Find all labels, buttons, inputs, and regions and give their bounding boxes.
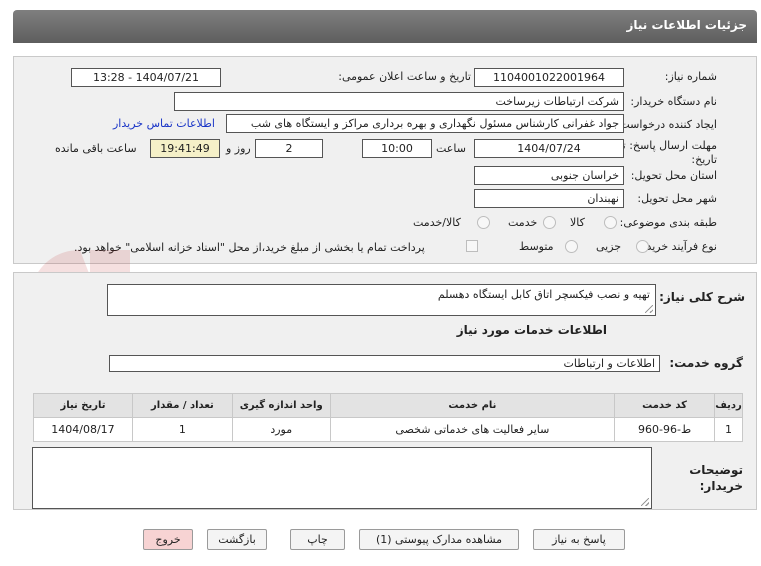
resize-handle-icon[interactable] [645,305,653,313]
purchase-medium-radio[interactable] [565,240,578,253]
category-goods-service-radio[interactable] [477,216,490,229]
cell-quantity: 1 [131,417,233,442]
page-title: جزئیات اطلاعات نیاز [626,18,747,32]
cell-unit: مورد [231,417,331,442]
treasury-payment-checkbox[interactable] [466,240,478,252]
days-label: روز و [226,142,251,155]
summary-textarea[interactable]: تهیه و نصب فیکسچر اتاق کابل ایستگاه دهسل… [107,284,656,316]
city-field[interactable]: نهبندان [474,189,624,208]
cell-row-number: 1 [714,417,743,442]
buyer-notes-textarea[interactable] [32,447,652,509]
buyer-notes-label-line1: توضیحات [689,463,743,477]
buyer-notes-label-line2: خریدار: [699,479,743,493]
back-button[interactable]: بازگشت [207,529,267,550]
purchase-type-label: نوع فرآیند خرید : [639,240,717,253]
deadline-label-line2: تاریخ: [691,153,717,166]
cell-service-name: سایر فعالیت های خدماتی شخصی [329,417,616,442]
deadline-time-label: ساعت [436,142,466,155]
services-table: ردیف کد خدمت نام خدمت واحد اندازه گیری ت… [33,393,743,442]
col-header-row-number: ردیف [714,393,743,418]
print-button[interactable]: چاپ [290,529,345,550]
col-header-service-code: کد خدمت [614,393,716,418]
category-service-radio[interactable] [543,216,556,229]
summary-text: تهیه و نصب فیکسچر اتاق کابل ایستگاه دهسل… [437,288,650,301]
cell-service-code: ط-96-960 [614,417,716,442]
col-header-unit: واحد اندازه گیری [231,393,331,418]
services-section-title: اطلاعات خدمات مورد نیاز [456,323,607,337]
province-label: استان محل تحویل: [630,169,717,182]
table-row: 1 ط-96-960 سایر فعالیت های خدماتی شخصی م… [33,417,743,442]
category-service-label: خدمت [508,216,538,229]
view-attachments-button[interactable]: مشاهده مدارک پیوستی (1) [359,529,519,550]
requester-field[interactable]: جواد غفرانی کارشناس مسئول نگهداری و بهره… [226,114,624,133]
buyer-org-field[interactable]: شرکت ارتباطات زیرساخت [174,92,624,111]
col-header-need-date: تاریخ نیاز [33,393,133,418]
category-goods-service-label: کالا/خدمت [413,216,461,229]
need-number-field[interactable]: 1104001022001964 [474,68,624,87]
purchase-medium-label: متوسط [519,240,554,253]
announce-datetime-label: تاریخ و ساعت اعلان عمومی: [338,70,471,83]
days-remaining-field[interactable]: 2 [255,139,323,158]
exit-button[interactable]: خروج [143,529,193,550]
deadline-time-field[interactable]: 10:00 [362,139,432,158]
col-header-service-name: نام خدمت [329,393,616,418]
announce-datetime-field[interactable]: 1404/07/21 - 13:28 [71,68,221,87]
category-label: طبقه بندی موضوعی: [619,216,717,229]
province-field[interactable]: خراسان جنوبی [474,166,624,185]
cell-need-date: 1404/08/17 [33,417,133,442]
resize-handle-icon[interactable] [641,498,649,506]
remaining-time-label: ساعت باقی مانده [55,142,137,155]
remaining-time-field[interactable]: 19:41:49 [150,139,220,158]
table-header-row: ردیف کد خدمت نام خدمت واحد اندازه گیری ت… [33,393,743,418]
need-number-label: شماره نیاز: [664,70,717,83]
purchase-minor-radio[interactable] [636,240,649,253]
deadline-label-line1: مهلت ارسال پاسخ: تا [619,139,717,152]
page-title-bar: جزئیات اطلاعات نیاز [13,10,757,43]
city-label: شهر محل تحویل: [637,192,717,205]
need-info-panel [13,56,757,264]
summary-label: شرح کلی نیاز: [659,290,745,304]
treasury-payment-note: پرداخت تمام یا بخشی از مبلغ خرید،از محل … [74,241,425,254]
category-goods-label: کالا [570,216,585,229]
purchase-minor-label: جزیی [596,240,622,253]
deadline-date-field[interactable]: 1404/07/24 [474,139,624,158]
reply-button[interactable]: پاسخ به نیاز [533,529,625,550]
category-goods-radio[interactable] [604,216,617,229]
requester-label: ایجاد کننده درخواست: [615,118,717,131]
col-header-quantity: تعداد / مقدار [131,393,233,418]
service-group-label: گروه خدمت: [669,356,743,370]
buyer-org-label: نام دستگاه خریدار: [630,95,717,108]
service-group-field[interactable]: اطلاعات و ارتباطات [109,355,660,372]
buyer-contact-link[interactable]: اطلاعات تماس خریدار [113,117,215,130]
